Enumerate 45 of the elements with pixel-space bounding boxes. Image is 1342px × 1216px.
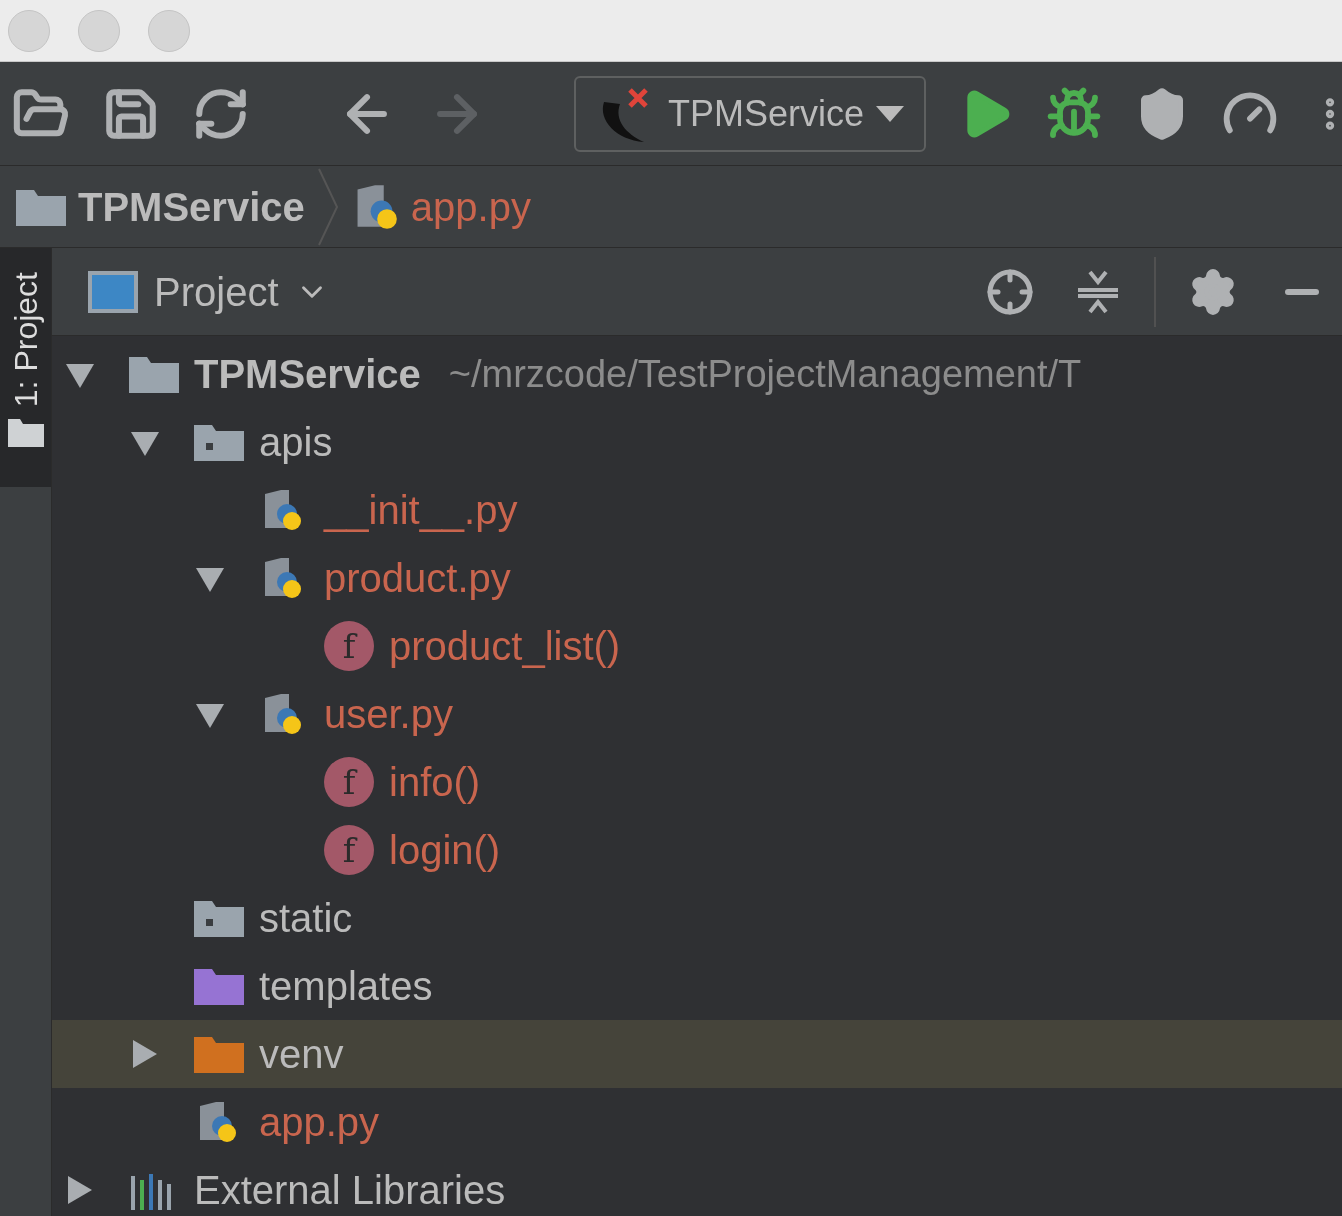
caret-icon <box>876 105 905 122</box>
tree-row[interactable]: TPMService ~/mrzcode/TestProjectManagement/T <box>52 340 1342 408</box>
tree-row[interactable]: f login() <box>52 816 1342 884</box>
project-tool-window-tab[interactable]: 1: Project <box>0 248 51 488</box>
folder-icon <box>194 899 244 937</box>
folder-icon <box>16 187 66 226</box>
tree-row[interactable]: user.py <box>52 680 1342 748</box>
folder-icon <box>7 419 44 448</box>
function-icon: f <box>324 825 374 875</box>
function-icon: f <box>324 621 374 671</box>
tree-row[interactable]: f info() <box>52 748 1342 816</box>
tree-item-label: product_list() <box>389 623 621 670</box>
tree-item-label: External Libraries <box>194 1167 506 1214</box>
tree-item-label: templates <box>259 963 433 1010</box>
view-selector[interactable]: Project <box>88 261 329 322</box>
tree-item-label: apis <box>259 419 333 466</box>
tree-item-label: login() <box>389 827 501 874</box>
folder-icon <box>194 1035 244 1073</box>
tree-item-label: __init__.py <box>324 487 518 534</box>
tree-item-label: venv <box>259 1031 344 1078</box>
tree-item-label: static <box>259 895 353 942</box>
tree-item-label: info() <box>389 759 481 806</box>
tree-row[interactable]: apis <box>52 408 1342 476</box>
tree-row[interactable]: product.py <box>52 544 1342 612</box>
project-path: ~/mrzcode/TestProjectManagement/T <box>448 351 1082 397</box>
breadcrumb[interactable]: TPMService <box>78 176 305 237</box>
tree-row[interactable]: External Libraries <box>52 1156 1342 1216</box>
tree-item-label: TPMService <box>194 351 421 398</box>
tree-row[interactable]: static <box>52 884 1342 952</box>
function-icon: f <box>324 757 374 807</box>
tree-row[interactable]: f product_list() <box>52 612 1342 680</box>
tree-row[interactable]: templates <box>52 952 1342 1020</box>
breadcrumb-separator-icon <box>316 166 339 247</box>
locate-icon[interactable] <box>986 267 1034 316</box>
tree-item-label: product.py <box>324 555 511 602</box>
folder-icon <box>194 967 244 1005</box>
tree-item-label: app.py <box>259 1099 380 1146</box>
window-icon <box>88 270 138 313</box>
tree-row[interactable]: app.py <box>52 1088 1342 1156</box>
folder-icon <box>129 355 179 393</box>
run-configuration-dropdown[interactable]: TPMService <box>574 75 927 152</box>
tree-row[interactable]: __init__.py <box>52 476 1342 544</box>
tree-row[interactable]: venv <box>52 1020 1342 1088</box>
folder-icon <box>194 423 244 461</box>
tree-item-label: user.py <box>324 691 453 738</box>
